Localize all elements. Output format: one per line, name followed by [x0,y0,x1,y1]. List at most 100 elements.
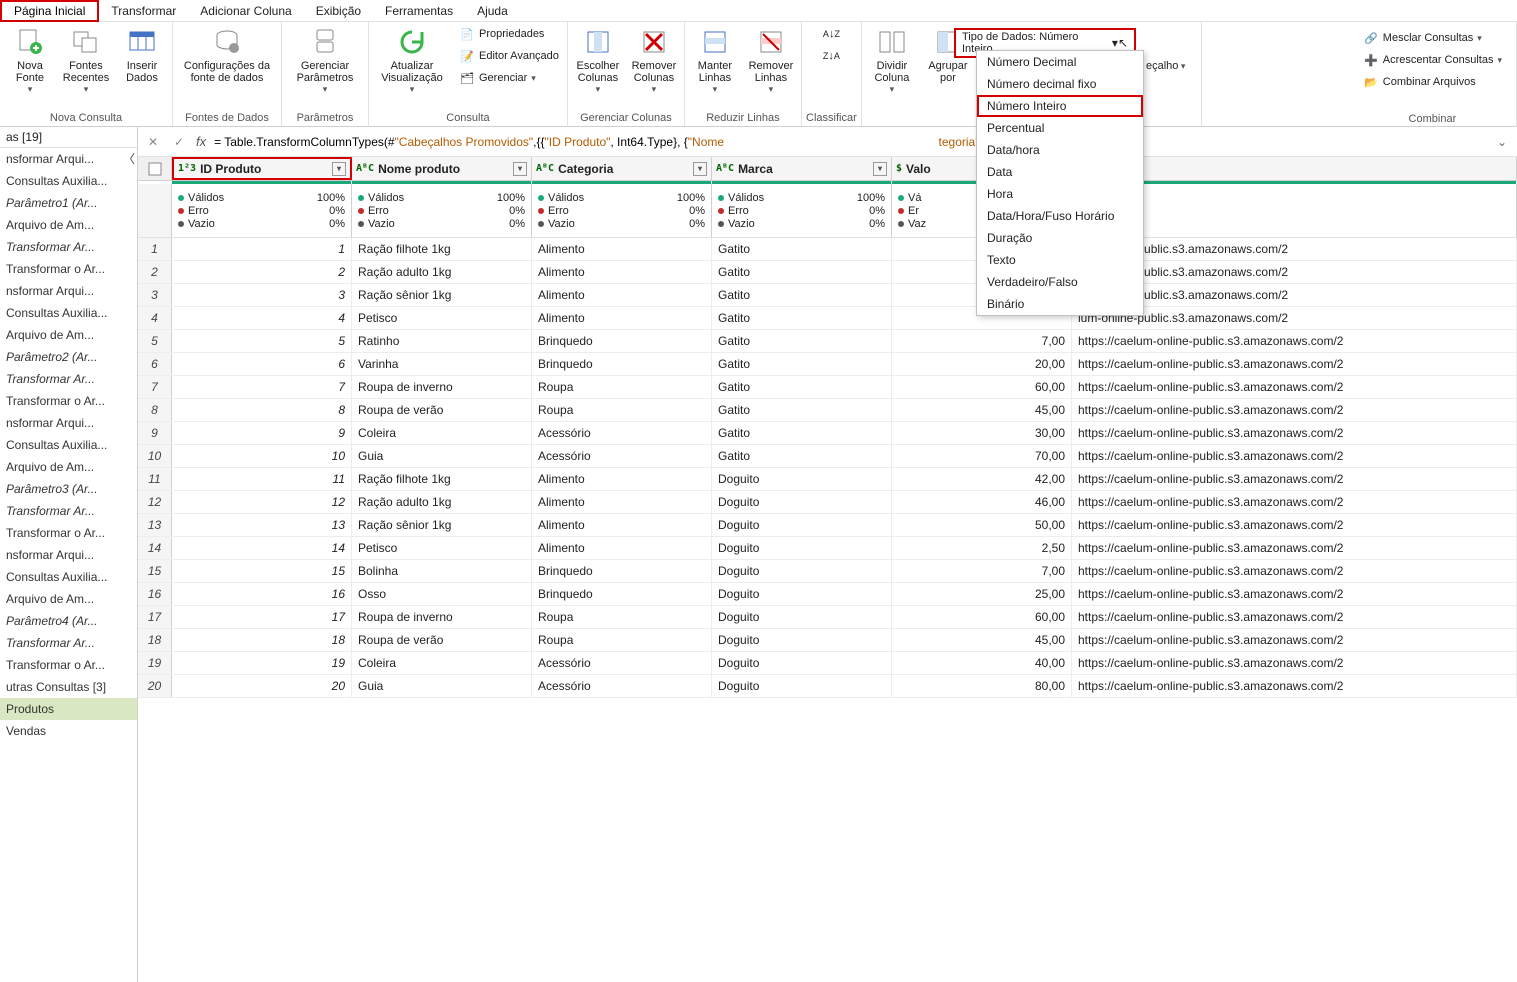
config-fonte-dados-button[interactable]: Configurações da fonte de dados [177,24,277,86]
cell-id[interactable]: 10 [172,445,352,467]
query-item[interactable]: Transformar Ar... [0,632,137,654]
query-item[interactable]: Transformar Ar... [0,368,137,390]
nova-fonte-button[interactable]: Nova Fonte [4,24,56,97]
column-filter-cat[interactable]: ▾ [693,162,707,176]
cell-marca[interactable]: Gatito [712,330,892,352]
formula-commit-icon[interactable]: ✓ [170,133,188,151]
cell-valor[interactable]: 80,00 [892,675,1072,697]
row-number[interactable]: 12 [138,491,172,513]
cell-marca[interactable]: Doguito [712,514,892,536]
query-item[interactable]: nsformar Arqui... [0,412,137,434]
cell-marca[interactable]: Gatito [712,422,892,444]
gerenciar-parametros-button[interactable]: Gerenciar Parâmetros [286,24,364,97]
query-item[interactable]: Produtos [0,698,137,720]
query-item[interactable]: Arquivo de Am... [0,214,137,236]
cell-id[interactable]: 12 [172,491,352,513]
query-item[interactable]: Parâmetro3 (Ar... [0,478,137,500]
query-item[interactable]: Consultas Auxilia... [0,170,137,192]
query-item[interactable]: Transformar o Ar... [0,522,137,544]
query-item[interactable]: Transformar o Ar... [0,258,137,280]
row-number-header[interactable] [138,157,172,180]
table-row[interactable]: 88Roupa de verãoRoupaGatito45,00https://… [138,399,1517,422]
cell-nome[interactable]: Roupa de verão [352,629,532,651]
cell-marca[interactable]: Doguito [712,560,892,582]
cell-categoria[interactable]: Brinquedo [532,583,712,605]
query-item[interactable]: Consultas Auxilia... [0,302,137,324]
table-row[interactable]: 1010GuiaAcessórioGatito70,00https://cael… [138,445,1517,468]
cell-categoria[interactable]: Brinquedo [532,353,712,375]
cell-categoria[interactable]: Acessório [532,422,712,444]
table-row[interactable]: 1919ColeiraAcessórioDoguito40,00https://… [138,652,1517,675]
mesclar-consultas-button[interactable]: 🔗Mesclar Consultas [1359,28,1506,48]
queries-collapse-icon[interactable]: 〈 [120,150,138,167]
formula-text[interactable]: = Table.TransformColumnTypes(#"Cabeçalho… [214,135,1485,149]
cell-nome[interactable]: Petisco [352,537,532,559]
cell-id[interactable]: 5 [172,330,352,352]
cell-nome[interactable]: Osso [352,583,532,605]
dtm-datetime-tz[interactable]: Data/Hora/Fuso Horário [977,205,1143,227]
dtm-decimal[interactable]: Número Decimal [977,51,1143,73]
table-row[interactable]: 2020GuiaAcessórioDoguito80,00https://cae… [138,675,1517,698]
dtm-fixed-decimal[interactable]: Número decimal fixo [977,73,1143,95]
tab-view[interactable]: Exibição [304,2,373,20]
cell-marca[interactable]: Doguito [712,491,892,513]
atualizar-visualizacao-button[interactable]: Atualizar Visualização [373,24,451,97]
cell-id[interactable]: 13 [172,514,352,536]
cell-categoria[interactable]: Roupa [532,399,712,421]
cell-valor[interactable]: 7,00 [892,560,1072,582]
table-row[interactable]: 1313Ração sênior 1kgAlimentoDoguito50,00… [138,514,1517,537]
cell-marca[interactable]: Doguito [712,468,892,490]
propriedades-button[interactable]: 📄Propriedades [455,24,563,44]
query-item[interactable]: Consultas Auxilia... [0,434,137,456]
cell-valor[interactable]: 7,00 [892,330,1072,352]
cell-id[interactable]: 17 [172,606,352,628]
table-row[interactable]: 1616OssoBrinquedoDoguito25,00https://cae… [138,583,1517,606]
cell-nome[interactable]: Roupa de inverno [352,376,532,398]
cell-valor[interactable]: 50,00 [892,514,1072,536]
cell-nome[interactable]: Roupa de verão [352,399,532,421]
row-number[interactable]: 6 [138,353,172,375]
table-row[interactable]: 1414PetiscoAlimentoDoguito2,50https://ca… [138,537,1517,560]
cell-nome[interactable]: Ração filhote 1kg [352,238,532,260]
cell-id[interactable]: 20 [172,675,352,697]
cell-categoria[interactable]: Brinquedo [532,330,712,352]
row-number[interactable]: 19 [138,652,172,674]
query-item[interactable]: Transformar Ar... [0,236,137,258]
remover-linhas-button[interactable]: Remover Linhas [745,24,797,97]
combinar-arquivos-button[interactable]: 📂Combinar Arquivos [1359,72,1506,92]
cell-valor[interactable]: 42,00 [892,468,1072,490]
cell-id[interactable]: 4 [172,307,352,329]
cell-categoria[interactable]: Alimento [532,238,712,260]
cell-id[interactable]: 15 [172,560,352,582]
row-number[interactable]: 11 [138,468,172,490]
remover-colunas-button[interactable]: Remover Colunas [628,24,680,97]
escolher-colunas-button[interactable]: Escolher Colunas [572,24,624,97]
tab-tools[interactable]: Ferramentas [373,2,465,20]
column-header-categoria[interactable]: AᴮC Categoria ▾ [532,157,712,180]
query-item[interactable]: Arquivo de Am... [0,456,137,478]
column-header-marca[interactable]: AᴮC Marca ▾ [712,157,892,180]
dtm-duration[interactable]: Duração [977,227,1143,249]
cell-marca[interactable]: Gatito [712,399,892,421]
row-number[interactable]: 9 [138,422,172,444]
row-number[interactable]: 18 [138,629,172,651]
cell-url[interactable]: https://caelum-online-public.s3.amazonaw… [1072,445,1517,467]
cell-url[interactable]: https://caelum-online-public.s3.amazonaw… [1072,491,1517,513]
cell-url[interactable]: https://caelum-online-public.s3.amazonaw… [1072,399,1517,421]
table-row[interactable]: 77Roupa de invernoRoupaGatito60,00https:… [138,376,1517,399]
cell-marca[interactable]: Doguito [712,583,892,605]
cell-valor[interactable]: 40,00 [892,652,1072,674]
query-item[interactable]: Parâmetro4 (Ar... [0,610,137,632]
fx-icon[interactable]: fx [196,134,206,149]
dtm-time[interactable]: Hora [977,183,1143,205]
fontes-recentes-button[interactable]: Fontes Recentes [60,24,112,97]
cell-url[interactable]: https://caelum-online-public.s3.amazonaw… [1072,330,1517,352]
column-filter-nome[interactable]: ▾ [513,162,527,176]
formula-cancel-icon[interactable]: ✕ [144,133,162,151]
cell-marca[interactable]: Gatito [712,284,892,306]
cell-marca[interactable]: Gatito [712,238,892,260]
row-number[interactable]: 2 [138,261,172,283]
tab-help[interactable]: Ajuda [465,2,520,20]
dtm-whole-number[interactable]: Número Inteiro [977,95,1143,117]
table-row[interactable]: 33Ração sênior 1kgAlimentoGatitolum-onli… [138,284,1517,307]
